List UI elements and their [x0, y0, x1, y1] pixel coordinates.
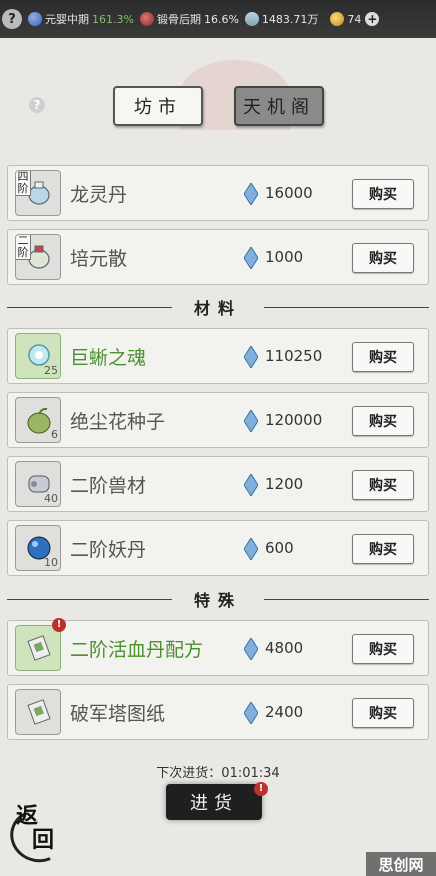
spirit-stone-icon — [242, 9, 262, 29]
spirit-stone-balance: 1483.71万 — [242, 9, 319, 29]
item-name: 二阶活血丹配方 — [70, 639, 204, 661]
item-quantity: 10 — [44, 556, 58, 569]
divider — [264, 598, 430, 600]
add-gold-button[interactable]: + — [365, 12, 380, 26]
buy-button[interactable]: 购买 — [352, 342, 414, 372]
stage-percent: 161.3% — [92, 12, 134, 26]
item-quantity: 40 — [44, 492, 58, 505]
spirit-stone-icon — [244, 638, 258, 660]
item-price: 600 — [265, 539, 294, 557]
body-percent: 16.6% — [203, 12, 239, 26]
buy-button[interactable]: 购买 — [352, 179, 414, 209]
spirit-stone-icon — [244, 410, 258, 432]
restock-button[interactable]: 进货 — [166, 784, 262, 820]
list-item: 二阶 培元散 1000 购买 — [7, 229, 429, 285]
pill-bottle-icon: 二阶 — [15, 234, 61, 280]
item-name: 二阶兽材 — [70, 475, 147, 497]
beast-material-icon: 40 — [15, 461, 61, 507]
item-name: 巨蜥之魂 — [70, 347, 147, 369]
item-price: 110250 — [265, 347, 323, 365]
list-item: 四阶 龙灵丹 16000 购买 — [7, 165, 429, 221]
item-price: 16000 — [265, 184, 313, 202]
spirit-stone-icon — [244, 247, 258, 269]
status-bar: ? 元婴中期 161.3% 锻骨后期 16.6% 1483.71万 74 + — [0, 0, 436, 38]
back-char-2: 回 — [32, 827, 55, 853]
divider — [264, 306, 430, 308]
tier-badge: 二阶 — [16, 235, 31, 260]
back-char-1: 返 — [16, 803, 39, 829]
list-item: 25 巨蜥之魂 110250 购买 — [7, 328, 429, 384]
gold-balance: 74 + — [330, 12, 380, 26]
body-stage: 锻骨后期 16.6% — [139, 11, 239, 27]
yuanying-icon — [28, 12, 42, 26]
item-quantity: 25 — [44, 364, 58, 377]
section-title: 特殊 — [194, 591, 243, 610]
spirit-stone-icon — [244, 538, 258, 560]
list-item: 40 二阶兽材 1200 购买 — [7, 456, 429, 512]
spirit-stone-icon — [244, 474, 258, 496]
buy-button[interactable]: 购买 — [352, 534, 414, 564]
gold-coin-icon — [330, 12, 345, 26]
item-name: 培元散 — [70, 248, 128, 270]
item-price: 2400 — [265, 703, 304, 721]
soul-icon: 25 — [15, 333, 61, 379]
item-price: 1200 — [265, 475, 304, 493]
back-button[interactable]: 返 回 — [2, 801, 74, 871]
item-name: 破军塔图纸 — [70, 703, 166, 725]
item-price: 120000 — [265, 411, 323, 429]
tab-market[interactable]: 坊市 — [113, 86, 203, 126]
section-header-materials: 材料 — [7, 297, 430, 318]
list-item: ! 二阶活血丹配方 4800 购买 — [7, 618, 429, 676]
pill-bottle-icon: 四阶 — [15, 170, 61, 216]
list-item: 6 绝尘花种子 120000 购买 — [7, 392, 429, 448]
spirit-stone-icon — [244, 183, 258, 205]
restock-timer: 下次进货：01:01:34 — [156, 766, 280, 781]
new-alert-icon: ! — [52, 618, 66, 632]
buy-button[interactable]: 购买 — [352, 406, 414, 436]
buy-button[interactable]: 购买 — [352, 698, 414, 728]
tier-badge: 四阶 — [16, 171, 31, 196]
corner-watermark: 思创网 — [366, 852, 436, 876]
section-title: 材料 — [194, 299, 243, 318]
cultivation-stage: 元婴中期 161.3% — [28, 11, 134, 27]
section-header-special: 特殊 — [7, 589, 430, 610]
divider — [7, 598, 172, 600]
item-price: 1000 — [265, 248, 304, 266]
list-item: 10 二阶妖丹 600 购买 — [7, 520, 429, 576]
spirit-stone-icon — [244, 702, 258, 724]
list-item: 破军塔图纸 2400 购买 — [7, 684, 429, 740]
help-icon[interactable]: ? — [2, 9, 22, 29]
bone-forging-icon — [139, 12, 154, 26]
item-price: 4800 — [265, 639, 304, 657]
gold-amount: 74 — [347, 12, 362, 26]
item-quantity: 6 — [51, 428, 58, 441]
restock-alert-icon: ! — [254, 782, 268, 796]
item-name: 龙灵丹 — [70, 184, 128, 206]
tab-tianji-pavilion[interactable]: 天机阁 — [234, 86, 324, 126]
item-name: 二阶妖丹 — [70, 539, 147, 561]
spirit-stone-amount: 1483.71万 — [261, 13, 319, 26]
scroll-icon — [15, 625, 61, 671]
body-label: 锻骨后期 — [156, 13, 201, 26]
seed-icon: 6 — [15, 397, 61, 443]
buy-button[interactable]: 购买 — [352, 470, 414, 500]
scroll-icon — [15, 689, 61, 735]
spirit-stone-icon — [244, 346, 258, 368]
buy-button[interactable]: 购买 — [352, 243, 414, 273]
stage-label: 元婴中期 — [45, 13, 89, 26]
item-name: 绝尘花种子 — [70, 411, 166, 433]
divider — [7, 306, 172, 308]
shop-help-icon[interactable]: ? — [29, 97, 45, 113]
buy-button[interactable]: 购买 — [352, 634, 414, 664]
demon-core-icon: 10 — [15, 525, 61, 571]
